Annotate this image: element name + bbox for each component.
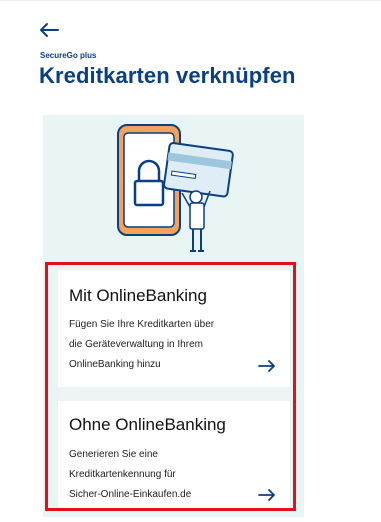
option-description-line: Kreditkartenkennung für — [69, 469, 176, 480]
option-title: Ohne OnlineBanking — [69, 415, 226, 434]
option-description-line: Fügen Sie Ihre Kreditkarten über — [69, 319, 215, 330]
top-divider — [0, 0, 381, 1]
option-description-line: die Geräteverwaltung in Ihrem — [69, 339, 203, 350]
page-title: Kreditkarten verknüpfen — [39, 63, 296, 88]
option-description-line: Sicher-Online-Einkaufen.de — [69, 489, 192, 500]
option-description-line: Generieren Sie eine — [69, 449, 158, 460]
option-without-onlinebanking[interactable]: Ohne OnlineBanking Generieren Sie eine K… — [58, 401, 290, 509]
arrow-right-icon — [258, 360, 275, 372]
arrow-left-icon — [40, 23, 59, 37]
back-button[interactable] — [38, 21, 60, 39]
arrow-right-icon — [258, 489, 275, 501]
option-description: Generieren Sie eine Kreditkartenkennung … — [69, 445, 259, 505]
option-description: Fügen Sie Ihre Kreditkarten über die Ger… — [69, 315, 259, 375]
page-overline: SecureGo plus — [40, 51, 97, 60]
option-description-line: OnlineBanking hinzu — [69, 359, 161, 370]
option-with-onlinebanking[interactable]: Mit OnlineBanking Fügen Sie Ihre Kreditk… — [58, 270, 290, 387]
phone-card-illustration — [117, 124, 234, 252]
option-title: Mit OnlineBanking — [69, 286, 207, 305]
options-separator — [58, 387, 290, 401]
